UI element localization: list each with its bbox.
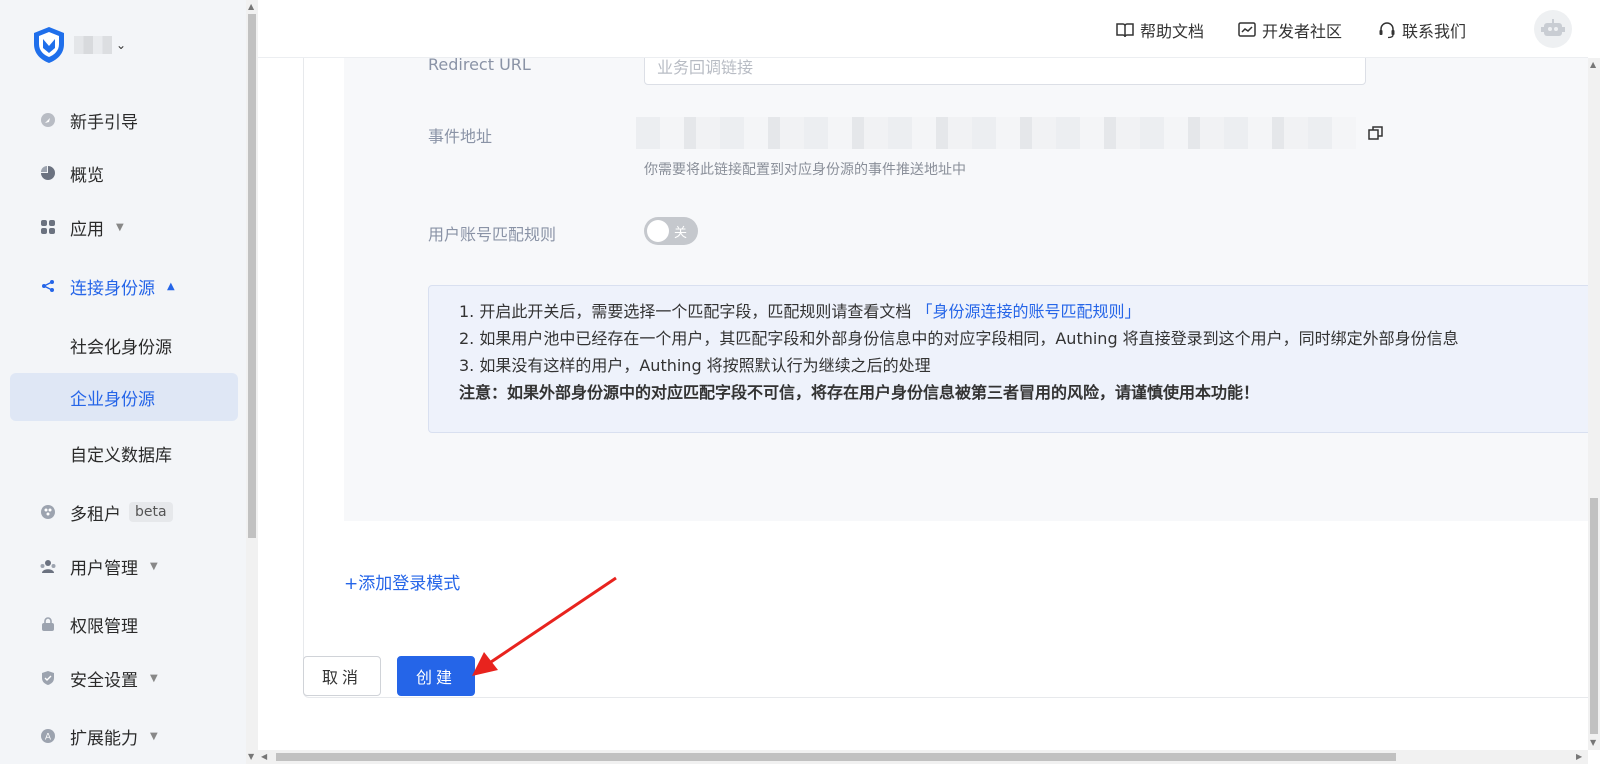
sidebar-item-guide[interactable]: 新手引导: [10, 96, 238, 144]
sidebar-item-label: 概览: [70, 165, 104, 186]
extension-icon: A: [40, 728, 56, 744]
main-scrollbar[interactable]: ▲ ▼: [1588, 58, 1600, 750]
apps-icon: [40, 219, 56, 235]
shield-icon: [40, 670, 56, 686]
sidebar-item-label: 用户管理: [70, 558, 138, 579]
redirect-url-input[interactable]: 业务回调链接: [644, 58, 1366, 85]
sidebar-item-label: 社会化身份源: [70, 337, 172, 358]
help-docs-link[interactable]: 帮助文档: [1116, 18, 1204, 42]
redirect-url-placeholder: 业务回调链接: [657, 58, 754, 77]
user-pool-name-redacted: [74, 36, 112, 54]
copy-icon[interactable]: [1368, 125, 1384, 141]
create-button[interactable]: 创建: [397, 656, 475, 696]
main-content: Redirect URL 业务回调链接 事件地址 你需要将此链接配置到对应身份源…: [258, 58, 1588, 750]
match-rule-info-box: 1. 开启此开关后，需要选择一个匹配字段，匹配规则请查看文档 「身份源连接的账号…: [428, 285, 1588, 433]
add-login-mode-button[interactable]: +添加登录模式: [344, 569, 460, 594]
sidebar-item-custom-database[interactable]: 自定义数据库: [10, 429, 238, 477]
sidebar-item-label: 应用: [70, 219, 104, 240]
headset-icon: [1379, 22, 1395, 39]
info-line-2: 2. 如果用户池中已经存在一个用户，其匹配字段和外部身份信息中的对应字段相同，A…: [459, 329, 1459, 348]
pie-chart-icon: [40, 165, 56, 181]
cancel-button[interactable]: 取消: [303, 656, 381, 696]
horizontal-scrollbar-thumb[interactable]: [276, 753, 1396, 761]
users-icon: [40, 558, 56, 574]
sidebar-item-apps[interactable]: 应用 ▼: [10, 203, 238, 251]
sidebar-item-extensions[interactable]: A 扩展能力 ▼: [10, 712, 238, 760]
caret-down-icon: ▼: [150, 672, 158, 684]
authing-logo-icon: [34, 27, 64, 63]
robot-avatar-icon: [1541, 19, 1565, 36]
match-rule-toggle[interactable]: 关: [644, 217, 698, 245]
sidebar-scrollbar[interactable]: ▲ ▼: [246, 0, 258, 764]
info-warning: 注意：如果外部身份源中的对应匹配字段不可信，将存在用户身份信息被第三者冒用的风险…: [459, 383, 1260, 402]
sidebar-item-label: 扩展能力: [70, 728, 138, 749]
tenant-icon: [40, 504, 56, 520]
dev-community-label: 开发者社区: [1262, 22, 1343, 41]
sidebar-item-label: 企业身份源: [70, 389, 155, 410]
help-docs-label: 帮助文档: [1140, 22, 1205, 41]
svg-text:A: A: [45, 733, 52, 743]
sidebar-item-enterprise-sources[interactable]: 企业身份源: [10, 373, 238, 421]
info-line-1-text: 1. 开启此开关后，需要选择一个匹配字段，匹配规则请查看文档: [459, 302, 912, 321]
sidebar-item-label: 连接身份源: [70, 278, 155, 299]
top-header: 帮助文档 开发者社区 联系我们: [258, 0, 1588, 58]
match-rule-doc-link[interactable]: 「身份源连接的账号匹配规则」: [916, 302, 1140, 321]
compass-icon: [40, 112, 56, 128]
caret-down-icon: ▼: [150, 560, 158, 572]
sidebar-item-label: 新手引导: [70, 112, 138, 133]
sidebar-item-security[interactable]: 安全设置 ▼: [10, 654, 238, 702]
sidebar-scrollbar-thumb[interactable]: [248, 14, 256, 538]
login-mode-config-panel: Redirect URL 业务回调链接 事件地址 你需要将此链接配置到对应身份源…: [344, 58, 1588, 521]
toggle-knob: [647, 220, 669, 242]
caret-down-icon: ▼: [116, 221, 124, 233]
logo-area[interactable]: ⌄: [32, 26, 126, 64]
identity-source-config-card: Redirect URL 业务回调链接 事件地址 你需要将此链接配置到对应身份源…: [303, 58, 1588, 698]
sidebar-item-label: 权限管理: [70, 616, 138, 637]
beta-badge: beta: [129, 502, 173, 522]
chevron-down-icon: ⌄: [116, 38, 127, 52]
sidebar-item-label: 多租户: [70, 504, 121, 525]
contact-us-link[interactable]: 联系我们: [1378, 18, 1466, 42]
event-url-value-redacted: [636, 117, 1356, 149]
scroll-down-arrow-icon[interactable]: ▼: [1590, 738, 1596, 747]
sidebar-item-user-management[interactable]: 用户管理 ▼: [10, 542, 238, 590]
toggle-state-text: 关: [674, 226, 688, 241]
scroll-down-arrow-icon[interactable]: ▼: [248, 752, 254, 761]
match-rule-label: 用户账号匹配规则: [428, 225, 557, 244]
scroll-right-arrow-icon[interactable]: ▶: [1576, 752, 1582, 761]
info-line-3: 3. 如果没有这样的用户，Authing 将按照默认行为继续之后的处理: [459, 356, 931, 375]
lock-icon: [40, 616, 56, 632]
scroll-left-arrow-icon[interactable]: ◀: [261, 752, 267, 761]
event-url-hint: 你需要将此链接配置到对应身份源的事件推送地址中: [644, 162, 966, 178]
sidebar-item-identity-sources[interactable]: 连接身份源 ▲: [10, 262, 238, 310]
share-nodes-icon: [40, 278, 56, 294]
user-avatar[interactable]: [1534, 10, 1572, 48]
dev-community-link[interactable]: 开发者社区: [1238, 18, 1342, 42]
book-icon: [1116, 23, 1134, 38]
caret-down-icon: ▼: [150, 730, 158, 742]
community-chart-icon: [1238, 22, 1256, 37]
sidebar: ⌄ 新手引导 概览 应用 ▼ 连接身份源 ▲ 社会化身份源 企业身份源 自定义数…: [0, 0, 246, 764]
contact-us-label: 联系我们: [1402, 22, 1467, 41]
sidebar-item-label: 自定义数据库: [70, 445, 172, 466]
redirect-url-label: Redirect URL: [428, 58, 531, 74]
sidebar-item-multi-tenant[interactable]: 多租户 beta: [10, 488, 238, 536]
horizontal-scrollbar[interactable]: ◀ ▶: [258, 750, 1588, 764]
sidebar-item-overview[interactable]: 概览: [10, 149, 238, 197]
sidebar-item-permissions[interactable]: 权限管理: [10, 600, 238, 648]
caret-up-icon: ▲: [167, 280, 175, 292]
info-line-1: 1. 开启此开关后，需要选择一个匹配字段，匹配规则请查看文档 「身份源连接的账号…: [459, 298, 1588, 325]
scroll-up-arrow-icon[interactable]: ▲: [1590, 60, 1596, 69]
sidebar-item-social-sources[interactable]: 社会化身份源: [10, 321, 238, 369]
event-url-label: 事件地址: [428, 127, 493, 146]
main-scrollbar-thumb[interactable]: [1590, 498, 1598, 734]
scroll-up-arrow-icon[interactable]: ▲: [248, 2, 254, 11]
sidebar-item-label: 安全设置: [70, 670, 138, 691]
